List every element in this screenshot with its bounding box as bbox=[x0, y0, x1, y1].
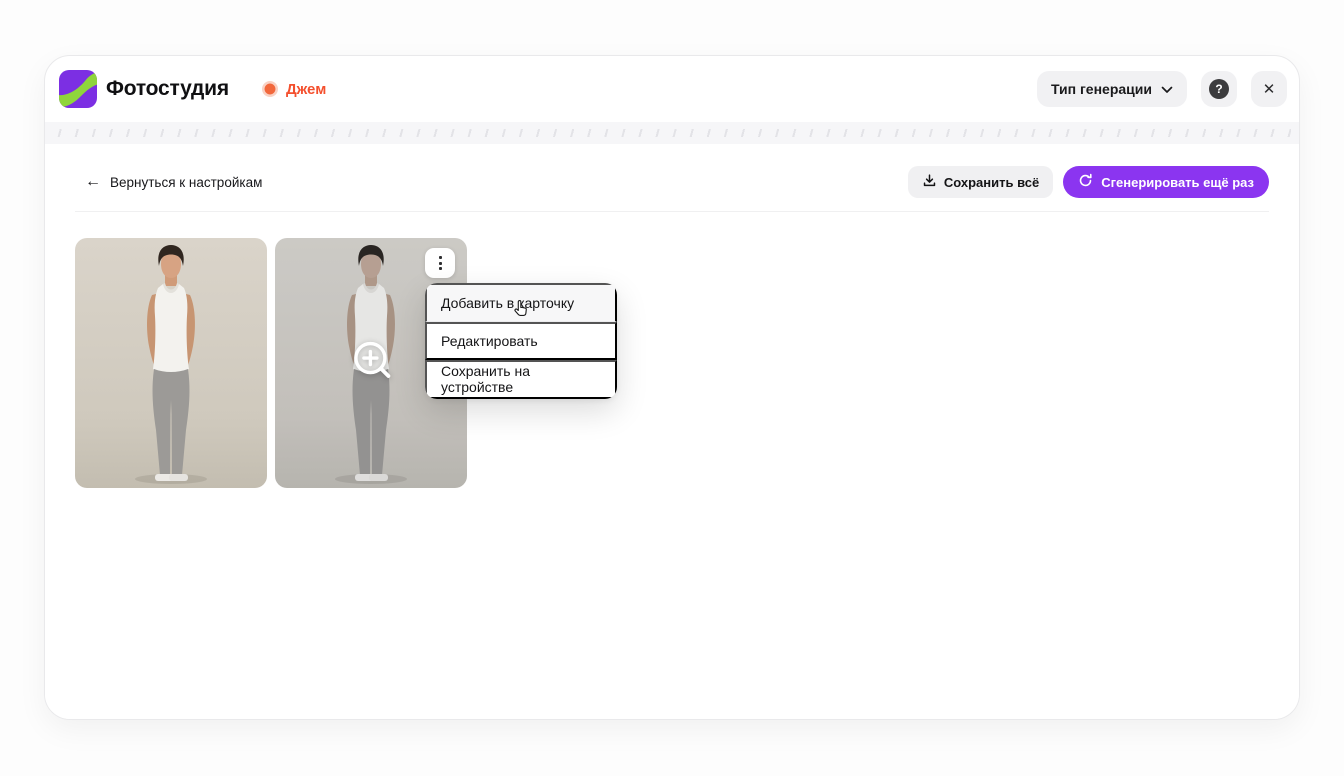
save-all-label: Сохранить всё bbox=[944, 175, 1039, 190]
zoom-in-icon[interactable] bbox=[349, 337, 397, 390]
chevron-down-icon bbox=[1161, 81, 1173, 97]
toolbar-divider bbox=[75, 211, 1269, 212]
kebab-menu-icon bbox=[439, 256, 442, 270]
arrow-left-icon: ← bbox=[85, 174, 101, 190]
toolbar-actions: Сохранить всё Сгенерировать ещё раз bbox=[908, 166, 1269, 198]
photo-studio-window: Фотостудия Джем Тип генерации ? ✕ bbox=[44, 55, 1300, 720]
menu-item-add-to-card[interactable]: Добавить в карточку bbox=[425, 283, 617, 322]
generation-type-label: Тип генерации bbox=[1051, 81, 1152, 97]
generated-photos-gallery: Добавить в карточку Редактировать Сохран… bbox=[75, 238, 1269, 488]
menu-item-edit[interactable]: Редактировать bbox=[425, 322, 617, 361]
save-all-button[interactable]: Сохранить всё bbox=[908, 166, 1053, 198]
perforation-ticks bbox=[53, 129, 1291, 137]
page-title: Фотостудия bbox=[106, 77, 229, 101]
results-toolbar: ← Вернуться к настройкам Сохранить всё bbox=[75, 166, 1269, 198]
generation-type-dropdown[interactable]: Тип генерации bbox=[1037, 71, 1187, 107]
generated-photo-1[interactable] bbox=[75, 238, 267, 488]
close-icon: ✕ bbox=[1263, 80, 1276, 98]
menu-item-save-to-device[interactable]: Сохранить на устройстве bbox=[425, 360, 617, 399]
download-icon bbox=[922, 173, 937, 191]
app-header: Фотостудия Джем Тип генерации ? ✕ bbox=[45, 56, 1299, 122]
close-button[interactable]: ✕ bbox=[1251, 71, 1287, 107]
regenerate-label: Сгенерировать ещё раз bbox=[1101, 175, 1254, 190]
brand: Фотостудия Джем bbox=[59, 70, 326, 108]
refresh-icon bbox=[1078, 173, 1093, 191]
photo-studio-app: Фотостудия Джем Тип генерации ? ✕ bbox=[0, 0, 1344, 776]
environment-badge-label: Джем bbox=[286, 81, 326, 98]
back-to-settings-label: Вернуться к настройкам bbox=[110, 175, 262, 190]
perforation-band bbox=[45, 122, 1299, 144]
header-actions: Тип генерации ? ✕ bbox=[1037, 71, 1287, 107]
back-to-settings-link[interactable]: ← Вернуться к настройкам bbox=[85, 174, 262, 190]
photo-options-button[interactable] bbox=[425, 248, 455, 278]
status-dot-icon bbox=[262, 81, 278, 97]
environment-badge: Джем bbox=[262, 81, 326, 98]
results-content: ← Вернуться к настройкам Сохранить всё bbox=[45, 144, 1299, 719]
model-photo-image bbox=[75, 238, 267, 488]
help-button[interactable]: ? bbox=[1201, 71, 1237, 107]
app-logo-icon bbox=[59, 70, 97, 108]
photo-context-menu: Добавить в карточку Редактировать Сохран… bbox=[425, 283, 617, 399]
help-icon: ? bbox=[1209, 79, 1229, 99]
regenerate-button[interactable]: Сгенерировать ещё раз bbox=[1063, 166, 1269, 198]
